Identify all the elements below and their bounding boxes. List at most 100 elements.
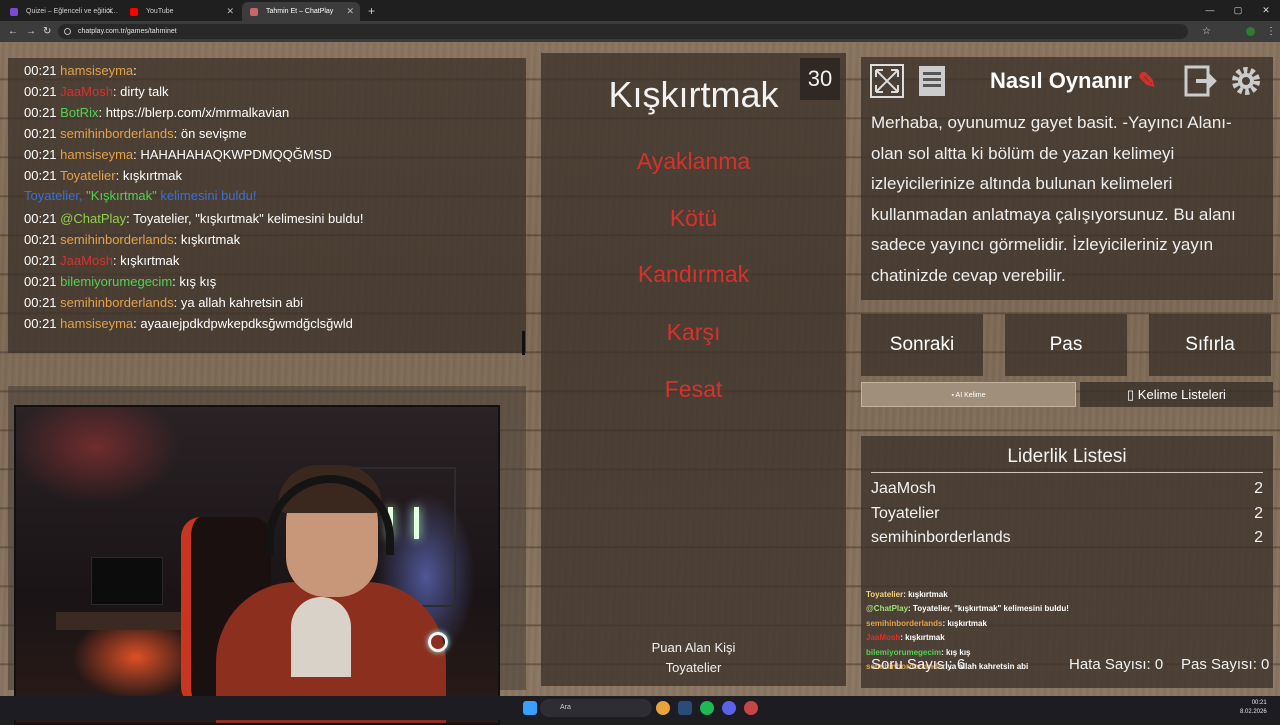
steam-icon[interactable]	[678, 701, 692, 715]
chat-username[interactable]: semihinborderlands	[60, 126, 173, 141]
back-icon[interactable]: ←	[8, 21, 18, 42]
chat-scrollbar[interactable]	[522, 331, 525, 355]
tab-chatplay[interactable]: Tahmin Et – ChatPlay ✕	[242, 2, 360, 21]
system-suffix: kelimesini buldu!	[156, 188, 257, 203]
mini-chat-text: : kışkırtmak	[900, 633, 945, 643]
chat-message: 00:21 semihinborderlands: ya allah kahre…	[24, 295, 303, 310]
mini-chat-message: @ChatPlay: Toyatelier, "kışkırtmak" keli…	[866, 604, 1069, 613]
webcam-feed	[14, 405, 500, 725]
forbidden-word: Fesat	[664, 376, 723, 402]
system-prefix: Toyatelier,	[24, 188, 87, 203]
tab-youtube[interactable]: YouTube ✕	[122, 2, 240, 21]
chat-text: https://blerp.com/x/mrmalkavian	[102, 105, 290, 120]
word-lists-button[interactable]: ▯ Kelime Listeleri	[1080, 382, 1273, 407]
tab-label: Tahmin Et – ChatPlay	[266, 8, 334, 15]
chat-username[interactable]: Toyatelier	[60, 168, 116, 183]
reload-icon[interactable]: ↻	[43, 21, 51, 42]
chat-username[interactable]: hamsiseyma	[60, 63, 133, 78]
chat-time: 00:21	[24, 84, 57, 99]
error-counter: Hata Sayısı: 0	[1069, 656, 1164, 673]
scorer-name: Toyatelier	[665, 660, 722, 675]
player-score: 2	[1254, 529, 1263, 546]
mini-chat-message: JaaMosh: kışkırtmak	[866, 633, 945, 642]
site-info-icon[interactable]	[64, 28, 71, 35]
forward-icon[interactable]: →	[26, 21, 36, 42]
chat-text: dirty talk	[116, 84, 169, 99]
new-tab-button[interactable]: +	[360, 2, 375, 21]
chat-username[interactable]: JaaMosh	[60, 84, 113, 99]
forbidden-word: Kandırmak	[637, 261, 750, 287]
scorer-label: Puan Alan Kişi	[651, 640, 736, 655]
chat-text: ya allah kahretsin abi	[177, 295, 303, 310]
clock-date: 8.02.2026	[1240, 709, 1267, 715]
webcam-monitor	[91, 557, 163, 605]
extension-icon[interactable]	[1246, 27, 1255, 36]
maximize-icon[interactable]: ▢	[1224, 0, 1252, 21]
forbidden-word: Kötü	[669, 205, 718, 231]
minimize-icon[interactable]: —	[1196, 0, 1224, 21]
discord-icon[interactable]	[722, 701, 736, 715]
chat-message: 00:21 semihinborderlands: ön sevişme	[24, 126, 247, 141]
close-icon[interactable]: ✕	[226, 2, 234, 21]
system-word: "Kışkırtmak"	[86, 188, 157, 203]
bookmark-star-icon[interactable]: ☆	[1202, 21, 1211, 42]
taskbar-search[interactable]: Ara	[540, 699, 652, 717]
document-icon[interactable]	[915, 64, 949, 98]
chat-time: 00:21	[24, 211, 57, 226]
exit-icon[interactable]	[1184, 64, 1218, 98]
quizei-favicon-icon	[10, 8, 18, 16]
fullscreen-icon[interactable]	[870, 64, 904, 98]
chrome-icon[interactable]	[656, 701, 670, 715]
pass-counter: Pas Sayısı: 0	[1181, 656, 1270, 673]
leaderboard-row: Toyatelier 2	[871, 505, 1263, 523]
url-field[interactable]: chatplay.com.tr/games/tahminet	[58, 24, 1188, 39]
browser-menu-icon[interactable]: ⋮	[1266, 21, 1276, 42]
chat-message: 00:21 bilemiyorumegecim: kış kış	[24, 274, 217, 289]
leaderboard-row: semihinborderlands 2	[871, 529, 1263, 547]
chat-system-message: Toyatelier, "Kışkırtmak" kelimesini buld…	[24, 188, 257, 203]
taskbar-clock[interactable]: 00:21 8.02.2026	[1240, 699, 1267, 717]
chat-time: 00:21	[24, 316, 57, 331]
start-icon[interactable]	[523, 701, 537, 715]
taskbar: Ara 00:21 8.02.2026	[0, 696, 1280, 720]
next-button[interactable]: Sonraki	[861, 314, 983, 376]
mini-chat-text: : kışkırtmak	[903, 590, 948, 599]
chat-message: 00:21 semihinborderlands: kışkırtmak	[24, 232, 241, 247]
round-counter: Soru Sayısı: 6	[871, 656, 966, 673]
pass-button[interactable]: Pas	[1005, 314, 1127, 376]
mini-chat-text: : kışkırtmak	[942, 618, 987, 628]
ai-word-label: AI Kelime	[955, 392, 986, 399]
chat-username[interactable]: semihinborderlands	[60, 232, 173, 247]
tab-quizei[interactable]: Quizei – Eğlenceli ve eğitici… ✕	[2, 2, 120, 21]
player-score: 2	[1254, 505, 1263, 522]
webcam-person-shirt	[291, 597, 351, 677]
chat-username[interactable]: bilemiyorumegecim	[60, 274, 172, 289]
clock-time: 00:21	[1251, 700, 1267, 706]
chat-text: kışkırtmak	[116, 253, 180, 268]
obs-icon[interactable]	[744, 701, 758, 715]
chat-username[interactable]: JaaMosh	[60, 253, 113, 268]
chat-text: Toyatelier, "kışkırtmak" kelimesini buld…	[129, 211, 364, 226]
mini-chat-text: : Toyatelier, "kışkırtmak" kelimesini bu…	[908, 604, 1069, 614]
settings-gear-icon[interactable]	[1229, 64, 1263, 98]
chat-username[interactable]: @ChatPlay	[60, 211, 126, 226]
mini-chat-username: Toyatelier	[866, 590, 904, 599]
reset-button[interactable]: Sıfırla	[1149, 314, 1271, 376]
chat-username[interactable]: BotRix	[60, 105, 98, 120]
spotify-icon[interactable]	[700, 701, 714, 715]
chat-username[interactable]: semihinborderlands	[60, 295, 173, 310]
close-icon[interactable]: ✕	[346, 2, 354, 21]
close-icon[interactable]: ✕	[106, 2, 114, 21]
youtube-favicon-icon	[130, 8, 138, 16]
close-window-icon[interactable]: ✕	[1252, 0, 1280, 21]
chat-username[interactable]: hamsiseyma	[60, 147, 133, 162]
chat-message: 00:21 Toyatelier: kışkırtmak	[24, 168, 183, 183]
how-to-play-title: Nasıl Oynanır ✎	[990, 68, 1156, 94]
chat-username[interactable]: hamsiseyma	[60, 316, 133, 331]
player-name: Toyatelier	[871, 505, 940, 522]
window-controls: — ▢ ✕	[1196, 0, 1280, 21]
chat-text: ön sevişme	[177, 126, 247, 141]
mini-chat-username: JaaMosh	[866, 633, 901, 643]
chat-message: 00:21 hamsiseyma: ayaaıejpdkdpwkepdksğwm…	[24, 316, 353, 331]
ai-word-button[interactable]: ▪ AI Kelime	[861, 382, 1076, 407]
